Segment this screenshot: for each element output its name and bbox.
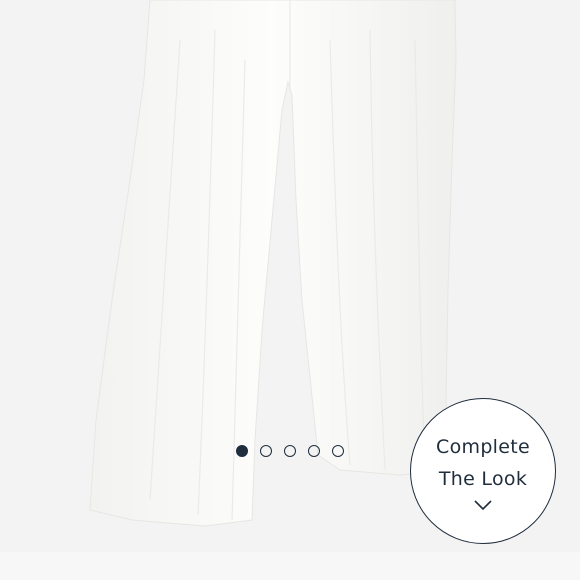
bottom-bar [0, 552, 580, 580]
chevron-down-icon [474, 500, 492, 511]
complete-look-line2: The Look [438, 468, 528, 490]
carousel-dot-2[interactable] [260, 445, 272, 457]
product-image-viewer[interactable]: Complete The Look [0, 0, 580, 552]
carousel-dot-4[interactable] [308, 445, 320, 457]
complete-look-line1: Complete [436, 436, 530, 458]
complete-the-look-button[interactable]: Complete The Look [410, 398, 556, 544]
carousel-dot-1[interactable] [236, 445, 248, 457]
carousel-dots [236, 445, 344, 457]
carousel-dot-5[interactable] [332, 445, 344, 457]
carousel-dot-3[interactable] [284, 445, 296, 457]
